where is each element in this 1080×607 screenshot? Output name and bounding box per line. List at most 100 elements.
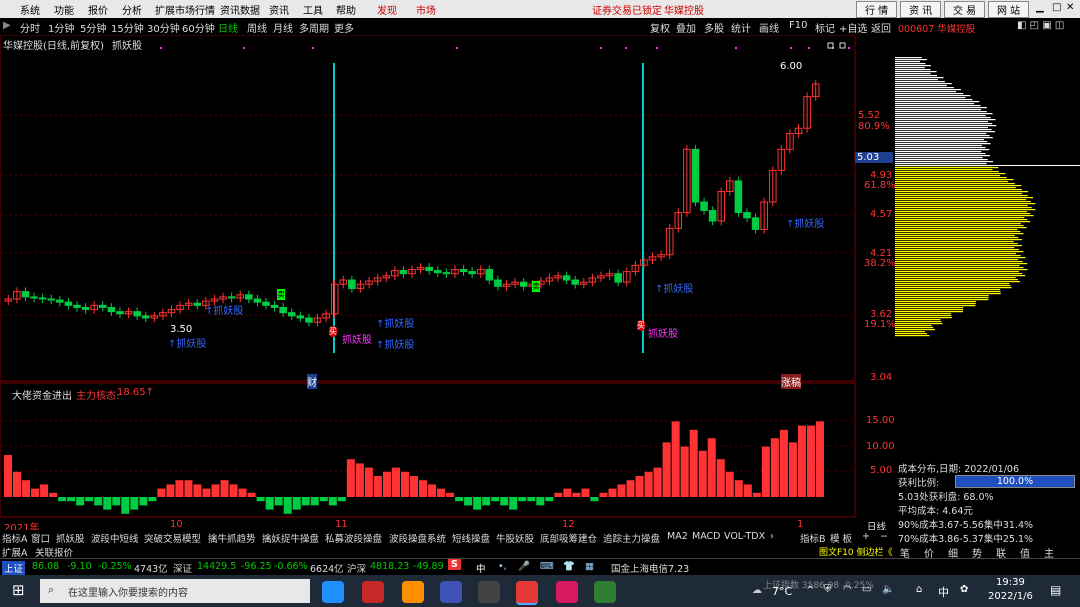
period-timeshare[interactable]: 分时 bbox=[20, 20, 40, 35]
tab-more-arrow[interactable]: › bbox=[770, 531, 774, 542]
stock-app-icon[interactable] bbox=[516, 581, 538, 605]
menu-item-info[interactable]: 资讯 bbox=[269, 2, 289, 17]
tray-up-icon[interactable]: ^ bbox=[806, 585, 814, 596]
clock-time[interactable]: 19:39 bbox=[996, 577, 1025, 588]
period-more[interactable]: 更多 bbox=[334, 20, 354, 35]
tab-indicator-b[interactable]: 指标B bbox=[800, 531, 826, 545]
chip-bar bbox=[895, 197, 1034, 199]
chart-area[interactable]: 华媒控股(日线,前复权) 抓妖股 6.00 3.50 5.52 80.9% 5.… bbox=[0, 35, 896, 534]
toolbar-mark[interactable]: 标记 bbox=[815, 20, 835, 35]
period-daily[interactable]: 日线 bbox=[218, 20, 238, 35]
tab-catch-bull[interactable]: 擒妖捉牛操盘 bbox=[262, 531, 319, 545]
app-gray-icon[interactable] bbox=[478, 581, 500, 603]
speaker-icon[interactable]: 🔈 bbox=[882, 584, 894, 595]
period-15min[interactable]: 15分钟 bbox=[111, 20, 144, 35]
period-multi[interactable]: 多周期 bbox=[299, 20, 329, 35]
f10-sidebar-label[interactable]: 图文F10 侧边栏《 bbox=[819, 545, 893, 558]
toolbar-restore-rights[interactable]: 复权 bbox=[650, 20, 670, 35]
play-icon[interactable]: ▶ bbox=[3, 20, 11, 31]
tab-window[interactable]: 窗口 bbox=[31, 531, 50, 545]
ime-menu-icon[interactable]: ▦ bbox=[585, 561, 594, 572]
toolbar-add-watchlist[interactable]: +自选 bbox=[839, 20, 867, 35]
tab-remove[interactable]: − bbox=[880, 531, 888, 542]
toolbar-multi-stock[interactable]: 多股 bbox=[704, 20, 724, 35]
minimize-icon[interactable]: ▁ bbox=[1036, 2, 1044, 13]
app-pink-icon[interactable] bbox=[556, 581, 578, 603]
menu-item-quote[interactable]: 报价 bbox=[88, 2, 108, 17]
toolbar-f10[interactable]: F10 bbox=[789, 20, 807, 31]
menu-item-extended-market[interactable]: 扩展市场行情 bbox=[155, 2, 215, 17]
app-red-icon[interactable] bbox=[362, 581, 384, 603]
toolbar-statistics[interactable]: 统计 bbox=[731, 20, 751, 35]
menu-item-system[interactable]: 系统 bbox=[20, 2, 40, 17]
windows-start-icon[interactable]: ⊞ bbox=[12, 581, 25, 599]
menu-item-info-data[interactable]: 资讯数据 bbox=[220, 2, 260, 17]
tab-track-main[interactable]: 追踪主力操盘 bbox=[603, 531, 660, 545]
period-weekly[interactable]: 周线 bbox=[247, 20, 267, 35]
tab-bottom-build[interactable]: 底部吸筹建仓 bbox=[540, 531, 597, 545]
weather-temp[interactable]: 7°C bbox=[772, 585, 792, 598]
tab-vol-tdx[interactable]: VOL-TDX bbox=[724, 531, 765, 542]
microphone-icon[interactable]: 🎤 bbox=[518, 561, 530, 572]
period-5min[interactable]: 5分钟 bbox=[80, 20, 106, 35]
taskbar-search-box[interactable]: ⌕ 在这里输入你要搜索的内容 bbox=[40, 579, 310, 603]
period-1min[interactable]: 1分钟 bbox=[48, 20, 74, 35]
trade-button[interactable]: 交 易 bbox=[944, 1, 986, 18]
menu-market[interactable]: 市场 bbox=[416, 2, 436, 17]
website-button[interactable]: 网 站 bbox=[988, 1, 1030, 18]
app-orange-icon[interactable] bbox=[402, 581, 424, 603]
flow-bar bbox=[247, 492, 256, 497]
sh-label[interactable]: 上证 bbox=[2, 561, 26, 575]
tray-app-icon[interactable]: ✿ bbox=[960, 584, 968, 595]
tab-short-term[interactable]: 短线操盘 bbox=[452, 531, 490, 545]
menu-item-function[interactable]: 功能 bbox=[54, 2, 74, 17]
tab-template[interactable]: 模 板 bbox=[830, 531, 852, 545]
period-monthly[interactable]: 月线 bbox=[273, 20, 293, 35]
tab-breakout[interactable]: 突破交易模型 bbox=[144, 531, 201, 545]
menu-item-tools[interactable]: 工具 bbox=[303, 2, 323, 17]
battery-icon[interactable]: ▭ bbox=[862, 584, 871, 595]
tab-ma2[interactable]: MA2 bbox=[667, 531, 688, 542]
network-icon[interactable]: ⌂ bbox=[916, 584, 922, 595]
chip-bar bbox=[895, 191, 1029, 193]
tab-macd[interactable]: MACD bbox=[692, 531, 720, 542]
keyboard-icon[interactable]: ⌨ bbox=[540, 561, 554, 572]
notification-icon[interactable]: ▤ bbox=[1050, 583, 1061, 597]
ime-indicator[interactable]: 中 bbox=[938, 584, 949, 600]
toolbar-back[interactable]: 返回 bbox=[871, 20, 891, 35]
menu-discover[interactable]: 发现 bbox=[377, 2, 397, 17]
tab-swing-short[interactable]: 波段中短线 bbox=[91, 531, 139, 545]
chip-bar bbox=[895, 185, 1022, 187]
shield-icon[interactable]: ⛨ bbox=[824, 584, 832, 595]
menu-item-help[interactable]: 帮助 bbox=[336, 2, 356, 17]
wifi-icon[interactable]: ◠ bbox=[843, 584, 852, 595]
clock-date[interactable]: 2022/1/6 bbox=[988, 591, 1033, 602]
panel-icons[interactable]: ◧ ◰ ▣ ◫ bbox=[1017, 20, 1064, 31]
tab-bull-demon[interactable]: 牛股妖股 bbox=[496, 531, 534, 545]
ime-chinese[interactable]: 中 bbox=[476, 561, 486, 575]
tab-swing-system[interactable]: 波段操盘系统 bbox=[389, 531, 446, 545]
tab-add[interactable]: + bbox=[862, 531, 870, 542]
toolbar-draw-line[interactable]: 画线 bbox=[759, 20, 779, 35]
period-30min[interactable]: 30分钟 bbox=[147, 20, 180, 35]
edge-icon[interactable] bbox=[322, 581, 344, 603]
quote-button[interactable]: 行 情 bbox=[856, 1, 898, 18]
chip-bar bbox=[895, 327, 934, 329]
tab-extend-a[interactable]: 扩展A bbox=[2, 545, 28, 559]
period-60min[interactable]: 60分钟 bbox=[182, 20, 215, 35]
tab-indicator-a[interactable]: 指标A bbox=[2, 531, 28, 545]
app-blue-icon[interactable] bbox=[440, 581, 462, 603]
tab-trend[interactable]: 擒牛抓趋势 bbox=[208, 531, 256, 545]
tab-private-swing[interactable]: 私募波段操盘 bbox=[325, 531, 382, 545]
ime-punct-icon[interactable]: •, bbox=[498, 561, 507, 572]
skin-icon[interactable]: 👕 bbox=[563, 561, 575, 572]
maximize-icon[interactable]: □ bbox=[1052, 2, 1061, 13]
toolbar-overlay[interactable]: 叠加 bbox=[676, 20, 696, 35]
wechat-icon[interactable] bbox=[594, 581, 616, 603]
tab-related-quote[interactable]: 关联报价 bbox=[35, 545, 73, 559]
menu-item-analysis[interactable]: 分析 bbox=[122, 2, 142, 17]
sogou-ime-icon[interactable]: S bbox=[448, 559, 461, 570]
info-button[interactable]: 资 讯 bbox=[900, 1, 942, 18]
close-icon[interactable]: ✕ bbox=[1066, 2, 1074, 13]
tab-catch-demon[interactable]: 抓妖股 bbox=[56, 531, 85, 545]
